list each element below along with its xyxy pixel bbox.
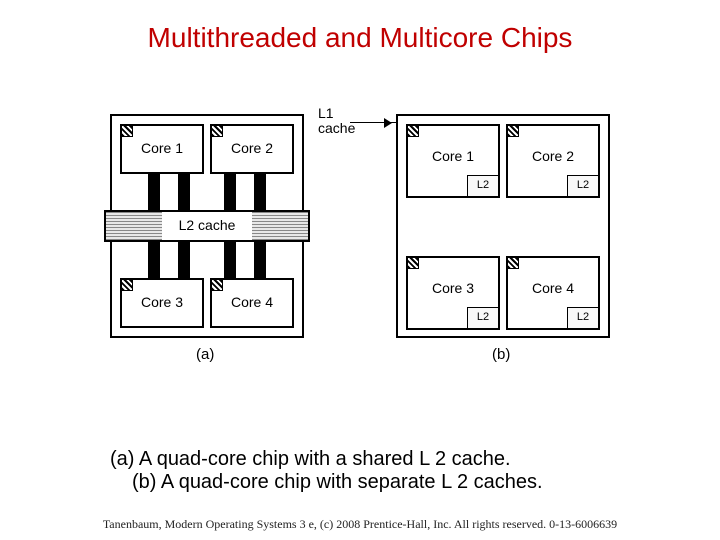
bus-connector <box>254 172 266 210</box>
bus-connector <box>254 240 266 278</box>
core-label: Core 1 <box>122 126 202 156</box>
l1-cache-icon <box>211 279 223 291</box>
chip-a-core-3: Core 3 <box>120 278 204 328</box>
chip-a-outline: Core 1 Core 2 Core 3 Core 4 L2 cache <box>110 114 304 338</box>
chip-b-outline: Core 1 L2 Core 2 L2 Core 3 L2 Core 4 L2 <box>396 114 610 338</box>
arrow-icon <box>350 122 396 123</box>
chip-a-shared-l2: L2 cache <box>104 210 310 242</box>
bus-connector <box>178 172 190 210</box>
chip-a-core-1: Core 1 <box>120 124 204 174</box>
l1-cache-icon <box>211 125 223 137</box>
l1-cache-icon <box>407 257 419 269</box>
chip-a-core-4: Core 4 <box>210 278 294 328</box>
core-label: Core 3 <box>408 258 498 296</box>
subfigure-label-a: (a) <box>196 346 214 363</box>
page-title: Multithreaded and Multicore Chips <box>0 0 720 54</box>
l1-cache-icon <box>407 125 419 137</box>
figure-area: Core 1 Core 2 Core 3 Core 4 L2 cache L1 … <box>0 94 720 424</box>
private-l2: L2 <box>467 307 499 329</box>
caption-line-b: (b) A quad-core chip with separate L 2 c… <box>0 471 720 494</box>
chip-a-core-2: Core 2 <box>210 124 294 174</box>
bus-connector <box>224 240 236 278</box>
copyright-footer: Tanenbaum, Modern Operating Systems 3 e,… <box>0 517 720 532</box>
caption-line-a: (a) A quad-core chip with a shared L 2 c… <box>0 448 720 471</box>
bus-connector <box>148 240 160 278</box>
core-label: Core 2 <box>212 126 292 156</box>
chip-b-core-2: Core 2 L2 <box>506 124 600 198</box>
l1-cache-icon <box>507 125 519 137</box>
bus-connector <box>148 172 160 210</box>
subfigure-label-b: (b) <box>492 346 510 363</box>
chip-b-core-1: Core 1 L2 <box>406 124 500 198</box>
core-label: Core 2 <box>508 126 598 164</box>
private-l2: L2 <box>467 175 499 197</box>
private-l2: L2 <box>567 307 599 329</box>
l1-cache-icon <box>121 279 133 291</box>
chip-b-core-3: Core 3 L2 <box>406 256 500 330</box>
core-label: Core 4 <box>508 258 598 296</box>
bus-connector <box>224 172 236 210</box>
l1-cache-icon <box>507 257 519 269</box>
l1-callout-label: L1 cache <box>318 106 355 136</box>
private-l2: L2 <box>567 175 599 197</box>
figure-caption: (a) A quad-core chip with a shared L 2 c… <box>0 448 720 494</box>
core-label: Core 4 <box>212 280 292 310</box>
core-label: Core 1 <box>408 126 498 164</box>
core-label: Core 3 <box>122 280 202 310</box>
bus-connector <box>178 240 190 278</box>
chip-b-core-4: Core 4 L2 <box>506 256 600 330</box>
l1-cache-icon <box>121 125 133 137</box>
